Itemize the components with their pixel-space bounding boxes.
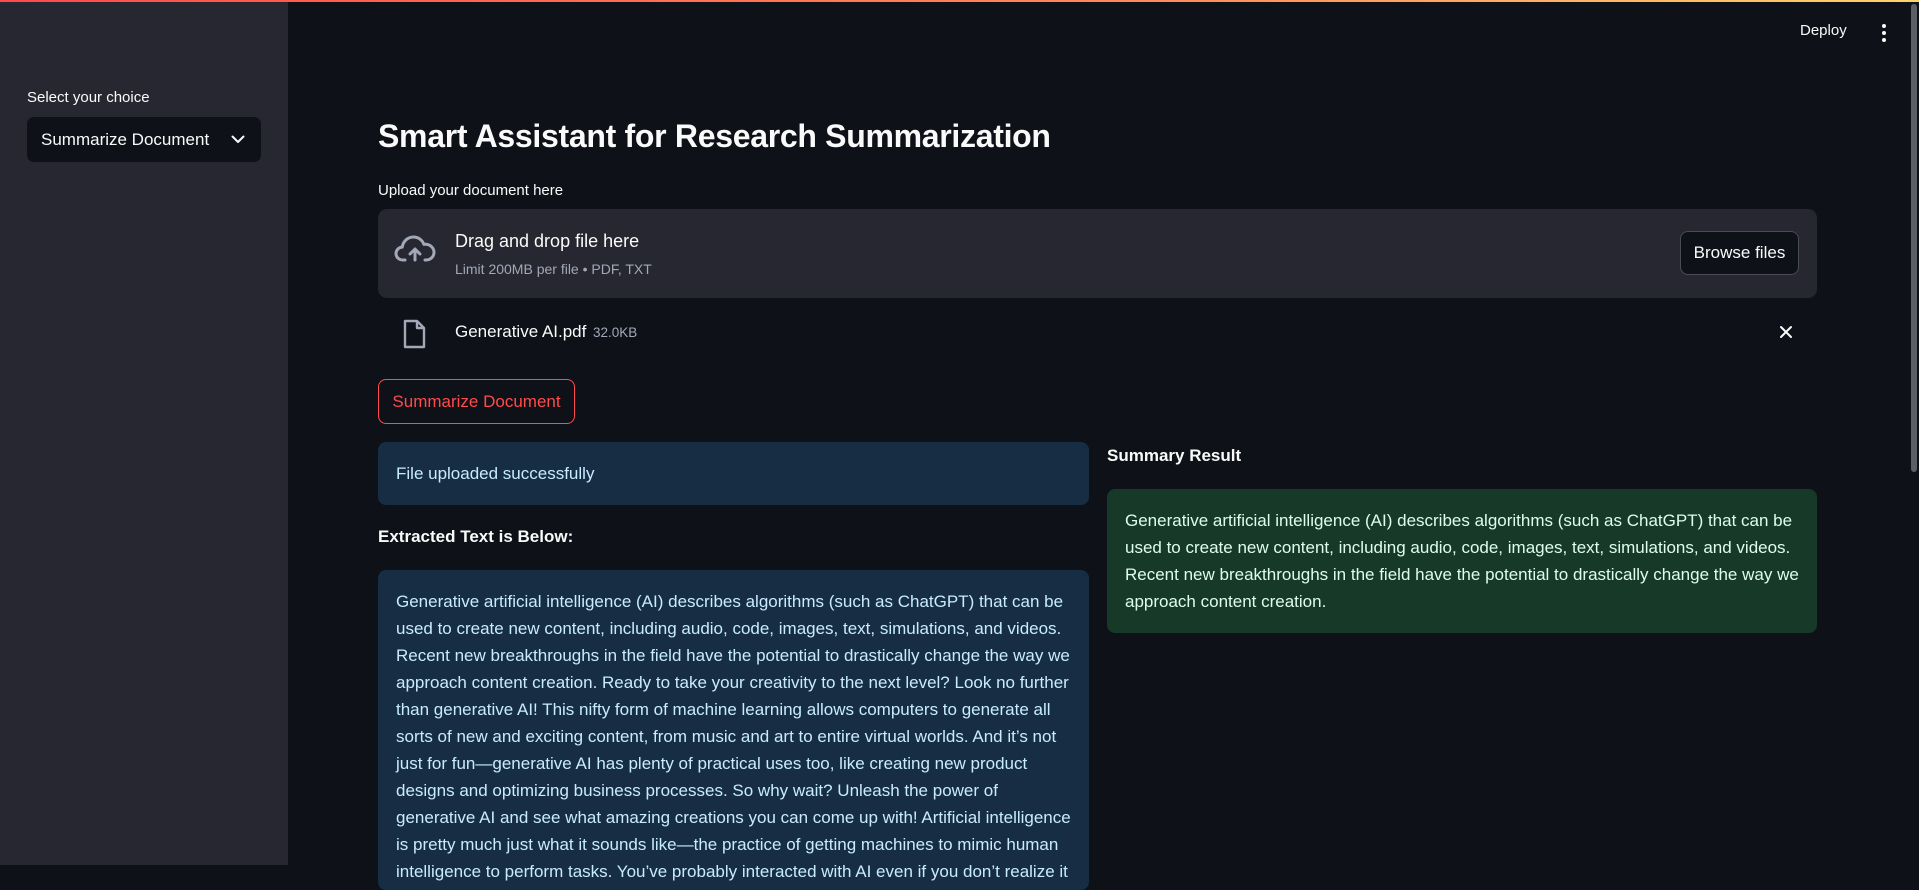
scrollbar[interactable] — [1909, 0, 1919, 865]
upload-success-text: File uploaded successfully — [396, 463, 595, 483]
deploy-button[interactable]: Deploy — [1800, 22, 1847, 39]
scrollbar-thumb[interactable] — [1911, 4, 1917, 472]
select-label: Select your choice — [27, 89, 150, 106]
summary-result-label: Summary Result — [1107, 446, 1242, 465]
file-name: Generative AI.pdf — [455, 322, 587, 341]
choice-select[interactable]: Summarize Document — [27, 117, 261, 162]
close-icon[interactable] — [1777, 323, 1795, 346]
top-decoration-bar — [0, 0, 1919, 2]
file-icon — [402, 319, 426, 354]
select-value: Summarize Document — [41, 129, 210, 149]
summary-result-box: Generative artificial intelligence (AI) … — [1107, 489, 1817, 633]
page-title: Smart Assistant for Research Summarizati… — [378, 118, 1051, 154]
extracted-text: Generative artificial intelligence (AI) … — [396, 592, 1071, 881]
upload-label: Upload your document here — [378, 182, 564, 199]
summarize-document-button[interactable]: Summarize Document — [378, 379, 575, 424]
chevron-down-icon — [231, 135, 245, 144]
dropzone-title: Drag and drop file here — [455, 231, 640, 251]
summary-text: Generative artificial intelligence (AI) … — [1125, 511, 1799, 611]
cloud-upload-icon — [394, 233, 436, 270]
extracted-text-label: Extracted Text is Below: — [378, 527, 574, 546]
dropzone-limit: Limit 200MB per file • PDF, TXT — [455, 261, 652, 277]
more-vertical-icon[interactable] — [1874, 20, 1894, 46]
browse-files-button[interactable]: Browse files — [1680, 231, 1799, 275]
file-size: 32.0KB — [593, 325, 638, 340]
sidebar: Select your choice Summarize Document — [0, 0, 288, 865]
upload-success-alert: File uploaded successfully — [378, 442, 1089, 505]
extracted-text-box: Generative artificial intelligence (AI) … — [378, 570, 1089, 890]
file-dropzone[interactable]: Drag and drop file here Limit 200MB per … — [378, 209, 1817, 298]
uploaded-file-row: Generative AI.pdf 32.0KB — [378, 309, 1817, 357]
